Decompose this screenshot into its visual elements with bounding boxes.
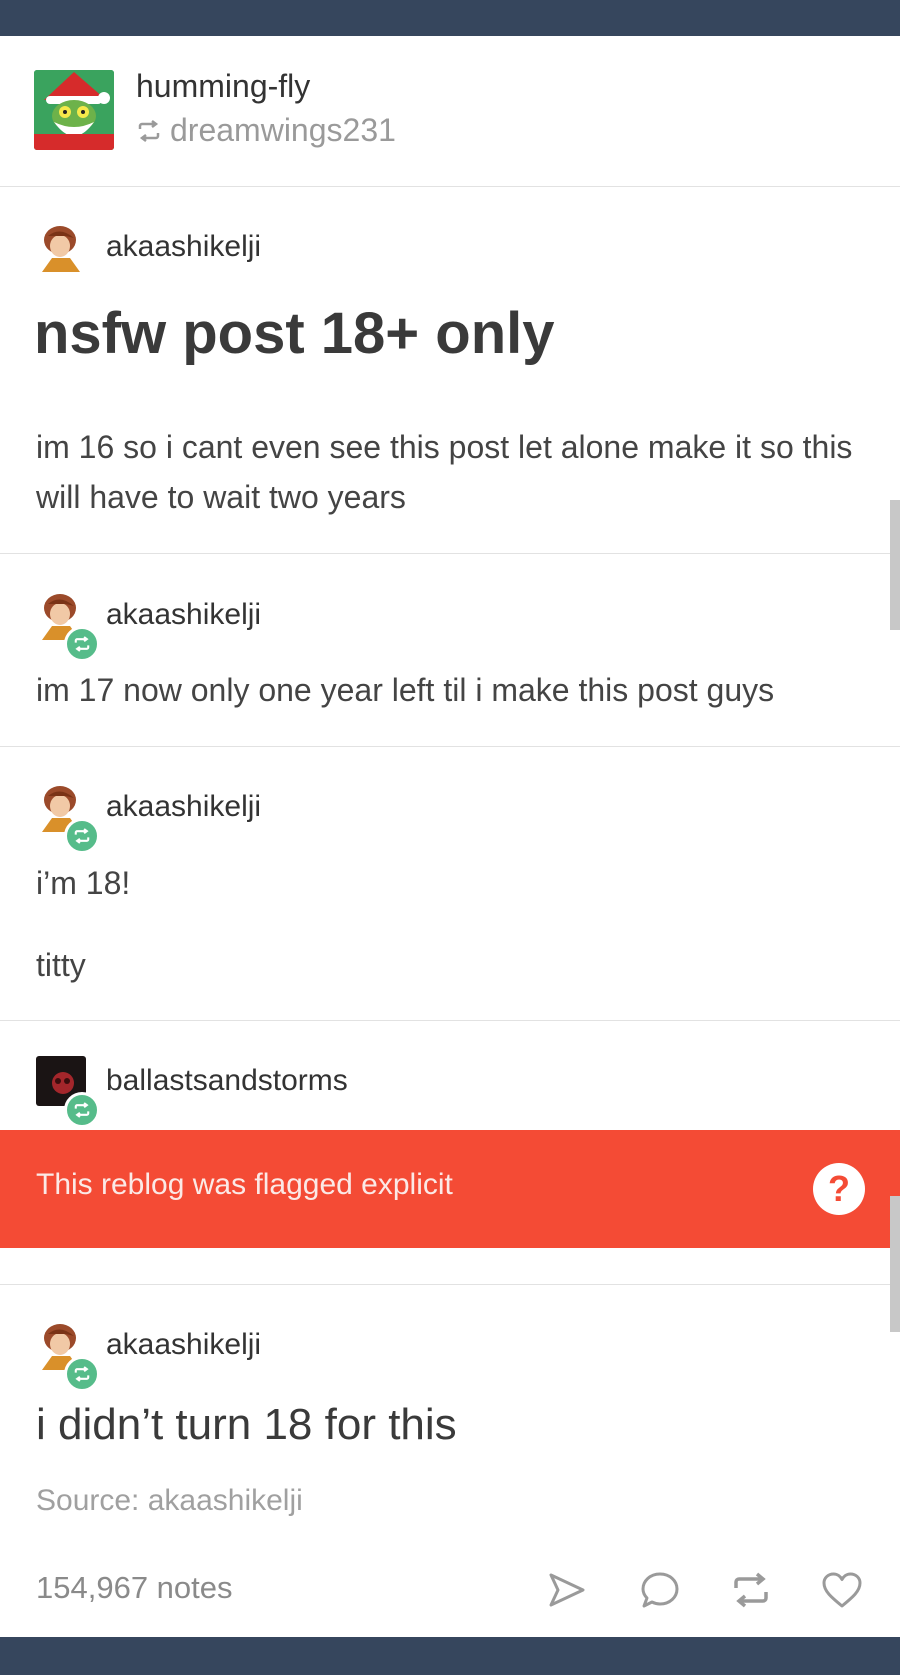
share-button[interactable] [543, 1566, 591, 1614]
reblog-badge-icon [64, 626, 100, 662]
reblog-badge-icon [64, 1092, 100, 1128]
username[interactable]: akaashikelji [106, 790, 261, 824]
divider [0, 186, 900, 187]
post-text: im 16 so i cant even see this post let a… [36, 429, 853, 515]
post-title: nsfw post 18+ only [34, 301, 555, 366]
post-text: titty [36, 947, 86, 983]
divider [0, 1284, 900, 1285]
blog-name[interactable]: humming-fly [136, 68, 310, 105]
username[interactable]: akaashikelji [106, 230, 261, 264]
reblogged-from[interactable]: dreamwings231 [136, 112, 396, 149]
comment-button[interactable] [636, 1566, 684, 1614]
notes-count[interactable]: 154,967 notes [36, 1570, 233, 1606]
scrollbar-thumb[interactable] [890, 500, 900, 630]
bottom-bar [0, 1637, 900, 1675]
like-button[interactable] [818, 1566, 866, 1614]
post-text: im 17 now only one year left til i make … [36, 672, 775, 708]
avatar[interactable] [34, 70, 114, 150]
scrollbar-thumb[interactable] [890, 1196, 900, 1332]
heart-icon [822, 1572, 862, 1608]
username[interactable]: ballastsandstorms [106, 1064, 348, 1098]
flagged-message: This reblog was flagged explicit [36, 1168, 453, 1201]
flagged-banner: This reblog was flagged explicit ? [0, 1130, 900, 1248]
share-icon [549, 1573, 585, 1607]
reblog-button[interactable] [727, 1566, 775, 1614]
reblog-icon [734, 1572, 768, 1608]
comment-icon [641, 1572, 679, 1608]
username[interactable]: akaashikelji [106, 1328, 261, 1362]
username[interactable]: akaashikelji [106, 598, 261, 632]
divider [0, 553, 900, 554]
source-link[interactable]: Source: akaashikelji [36, 1484, 303, 1518]
divider [0, 746, 900, 747]
reblog-badge-icon [64, 818, 100, 854]
avatar[interactable] [36, 222, 86, 272]
help-icon[interactable]: ? [813, 1163, 865, 1215]
post-text: i’m 18! [36, 865, 131, 901]
divider [0, 1020, 900, 1021]
reblog-icon [138, 119, 160, 142]
top-bar [0, 0, 900, 36]
post-text: i didn’t turn 18 for this [36, 1400, 457, 1449]
reblog-badge-icon [64, 1356, 100, 1392]
reblogged-from-name: dreamwings231 [170, 112, 396, 148]
